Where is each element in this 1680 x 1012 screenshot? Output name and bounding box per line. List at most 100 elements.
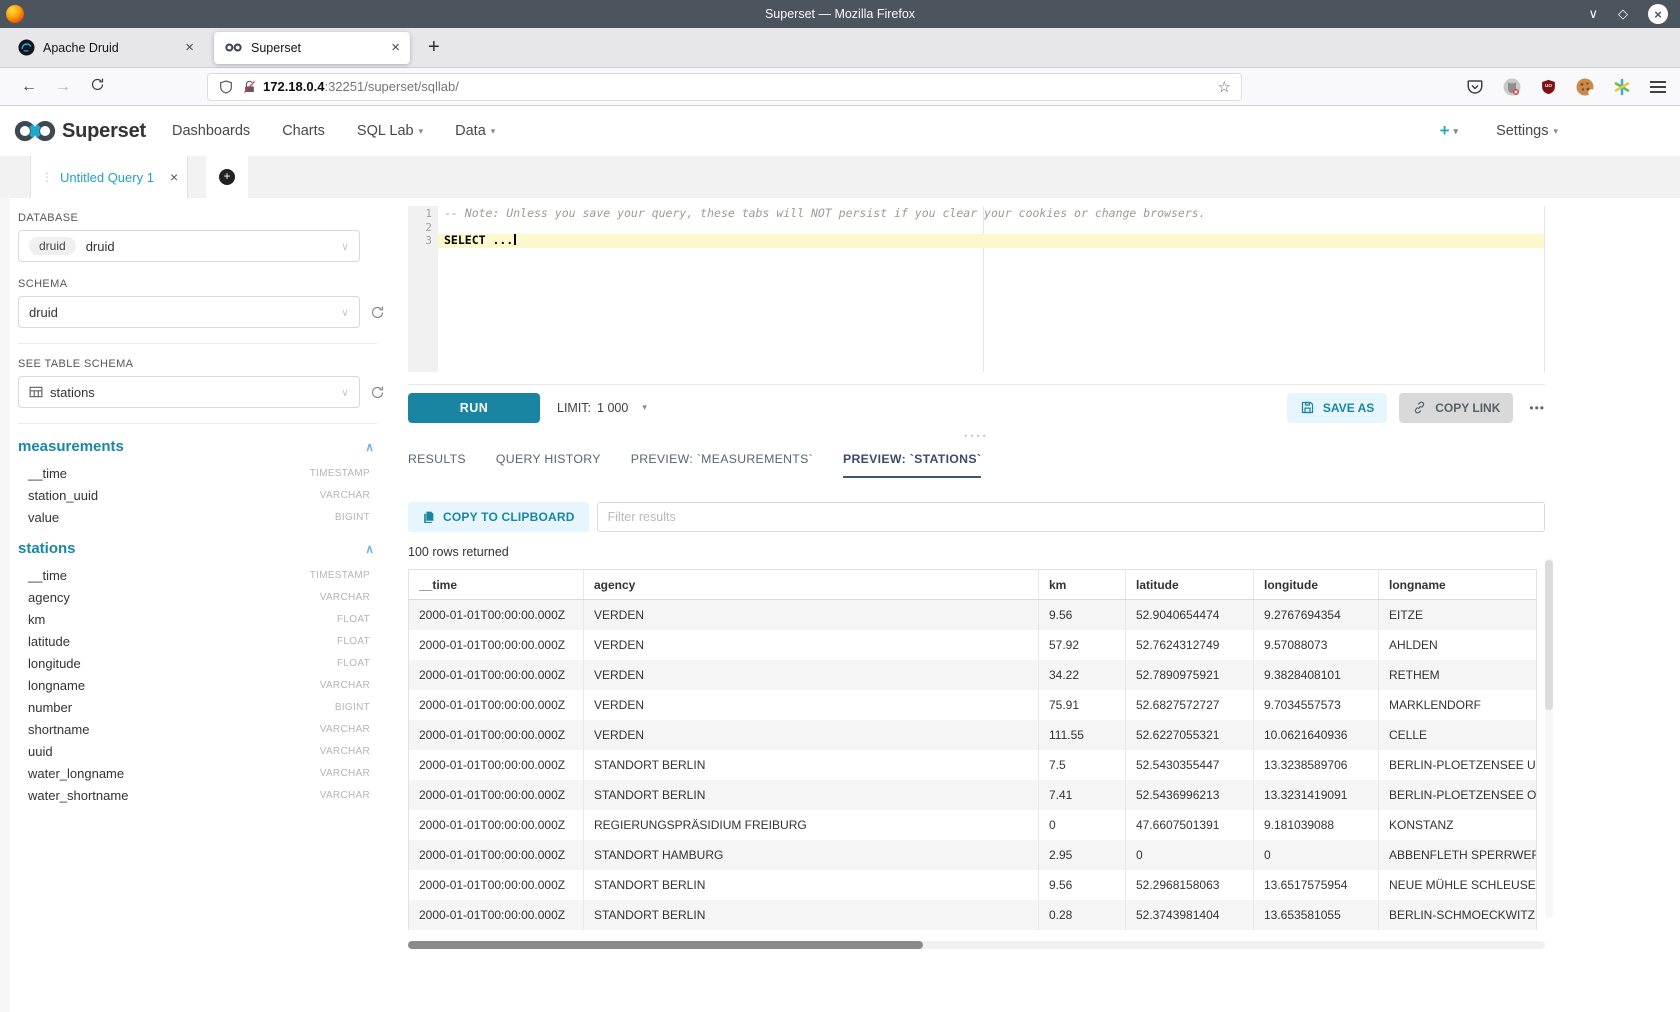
column-name: water_longname [28, 766, 124, 781]
new-tab-button[interactable]: + [428, 36, 440, 59]
horizontal-scrollbar-thumb[interactable] [408, 941, 923, 949]
database-type-badge: druid [29, 237, 76, 255]
forward-icon[interactable]: → [46, 78, 80, 96]
sql-empty-line [438, 221, 1544, 235]
query-tab-close-icon[interactable]: × [170, 169, 178, 185]
sqllab-sidebar: DATABASE druid druid ∨ SCHEMA druid ∨ [0, 198, 395, 1012]
editor-code[interactable]: -- Note: Unless you save your query, the… [438, 206, 1544, 372]
extension-asterisk-icon[interactable] [1613, 78, 1631, 96]
window-close-icon[interactable]: × [1648, 4, 1668, 24]
brand-title[interactable]: Superset [62, 120, 146, 143]
editor-toolbar: RUN LIMIT: 1 000 ▾ SAVE AS COPY LINK ••• [408, 384, 1545, 430]
sql-editor[interactable]: 1 2 3 -- Note: Unless you save your quer… [408, 206, 1545, 372]
nav-sql-lab[interactable]: SQL Lab▾ [357, 123, 423, 139]
column-header[interactable]: __time [409, 570, 584, 599]
table-cell: 2000-01-01T00:00:00.000Z [409, 630, 584, 660]
add-query-tab-button[interactable]: + [206, 156, 248, 198]
url-path: :32251/superset/sqllab/ [324, 79, 458, 94]
column-name: latitude [28, 634, 70, 649]
schema-table-measurements[interactable]: measurements [18, 438, 124, 455]
table-row: 2000-01-01T00:00:00.000Z STANDORT BERLIN… [409, 870, 1536, 900]
url-field[interactable]: 172.18.0.4:32251/superset/sqllab/ ☆ [207, 73, 1242, 101]
privacy-badger-icon[interactable] [1503, 78, 1521, 96]
save-as-button[interactable]: SAVE AS [1287, 393, 1387, 423]
schema-select[interactable]: druid ∨ [18, 296, 360, 328]
nav-data[interactable]: Data▾ [455, 123, 495, 139]
insecure-lock-icon[interactable] [242, 79, 257, 95]
reload-icon[interactable] [80, 77, 114, 97]
window-minimize-icon[interactable]: ∨ [1588, 6, 1598, 22]
database-select[interactable]: druid druid ∨ [18, 230, 360, 262]
table-row: 2000-01-01T00:00:00.000Z STANDORT BERLIN… [409, 780, 1536, 810]
table-select[interactable]: stations ∨ [18, 376, 360, 408]
pocket-icon[interactable] [1466, 78, 1484, 96]
cookie-icon[interactable] [1576, 78, 1594, 96]
vertical-scrollbar[interactable] [1545, 558, 1553, 918]
copy-link-button[interactable]: COPY LINK [1399, 393, 1513, 423]
column-type: TIMESTAMP [310, 570, 370, 581]
table-cell: VERDEN [584, 630, 1039, 660]
schema-column-row: uuid VARCHAR [18, 740, 370, 762]
results-table-body: 2000-01-01T00:00:00.000Z VERDEN 9.56 52.… [409, 600, 1536, 930]
table-cell: 0.28 [1039, 900, 1126, 930]
filter-results-input[interactable] [597, 502, 1545, 532]
table-cell: 2000-01-01T00:00:00.000Z [409, 840, 584, 870]
table-cell: 9.57088073 [1254, 630, 1379, 660]
column-header[interactable]: agency [584, 570, 1039, 599]
collapse-chevron-up-icon[interactable]: ∧ [365, 440, 374, 454]
nav-dashboards[interactable]: Dashboards [172, 123, 250, 139]
window-maximize-icon[interactable]: ◇ [1618, 6, 1628, 22]
column-header[interactable]: latitude [1126, 570, 1254, 599]
column-type: BIGINT [335, 702, 370, 713]
table-cell: 0 [1254, 840, 1379, 870]
table-cell: 9.181039088 [1254, 810, 1379, 840]
tab-results[interactable]: RESULTS [408, 442, 466, 478]
refresh-table-icon[interactable] [370, 385, 385, 400]
copy-to-clipboard-button[interactable]: COPY TO CLIPBOARD [408, 502, 589, 532]
bookmark-star-icon[interactable]: ☆ [1218, 78, 1231, 96]
nav-charts[interactable]: Charts [282, 123, 325, 139]
refresh-schema-icon[interactable] [370, 305, 385, 320]
collapse-chevron-up-icon[interactable]: ∧ [365, 542, 374, 556]
table-cell: VERDEN [584, 720, 1039, 750]
url-text: 172.18.0.4:32251/superset/sqllab/ [263, 79, 459, 94]
column-name: longname [28, 678, 85, 693]
table-cell: 9.3828408101 [1254, 660, 1379, 690]
tab-query-history[interactable]: QUERY HISTORY [496, 442, 601, 478]
plus-circle-icon: + [219, 169, 235, 185]
column-header[interactable]: longname [1379, 570, 1536, 599]
run-button[interactable]: RUN [408, 393, 540, 423]
tab-close-icon[interactable]: × [185, 39, 194, 56]
table-cell: 52.3743981404 [1126, 900, 1254, 930]
drag-handle-icon[interactable]: ⋮ [41, 170, 53, 184]
ublock-icon[interactable]: UO [1540, 78, 1557, 96]
caret-down-icon: ▾ [1553, 126, 1558, 137]
vertical-scrollbar-thumb[interactable] [1545, 560, 1553, 710]
tab-preview-stations[interactable]: PREVIEW: `STATIONS` [843, 442, 981, 478]
browser-tab-superset[interactable]: Superset × [214, 32, 410, 64]
schema-table-stations[interactable]: stations [18, 540, 76, 557]
column-type: VARCHAR [320, 790, 370, 801]
table-cell: KONSTANZ [1379, 810, 1536, 840]
back-icon[interactable]: ← [12, 78, 46, 96]
settings-menu[interactable]: Settings▾ [1496, 123, 1558, 139]
query-tab-untitled-query-1[interactable]: ⋮ Untitled Query 1 × [30, 156, 188, 198]
pane-splitter[interactable]: •••• [408, 430, 1545, 442]
firefox-icon [6, 5, 24, 23]
column-name: km [28, 612, 45, 627]
limit-dropdown[interactable]: LIMIT: 1 000 ▾ [557, 401, 647, 415]
tab-close-icon[interactable]: × [391, 39, 400, 56]
column-name: value [28, 510, 59, 525]
rows-returned-text: 100 rows returned [408, 545, 1545, 559]
new-item-button[interactable]: +▾ [1440, 121, 1458, 141]
tab-preview-measurements[interactable]: PREVIEW: `MEASUREMENTS` [631, 442, 813, 478]
column-header[interactable]: longitude [1254, 570, 1379, 599]
column-header[interactable]: km [1039, 570, 1126, 599]
table-cell: NEUE MÜHLE SCHLEUSE OP [1379, 870, 1536, 900]
browser-tab-apache-druid[interactable]: Apache Druid × [8, 32, 204, 64]
more-options-icon[interactable]: ••• [1529, 401, 1545, 415]
shield-icon[interactable] [218, 79, 234, 95]
horizontal-scrollbar[interactable] [408, 941, 1545, 949]
menu-icon[interactable] [1650, 81, 1666, 93]
table-cell: 52.7624312749 [1126, 630, 1254, 660]
